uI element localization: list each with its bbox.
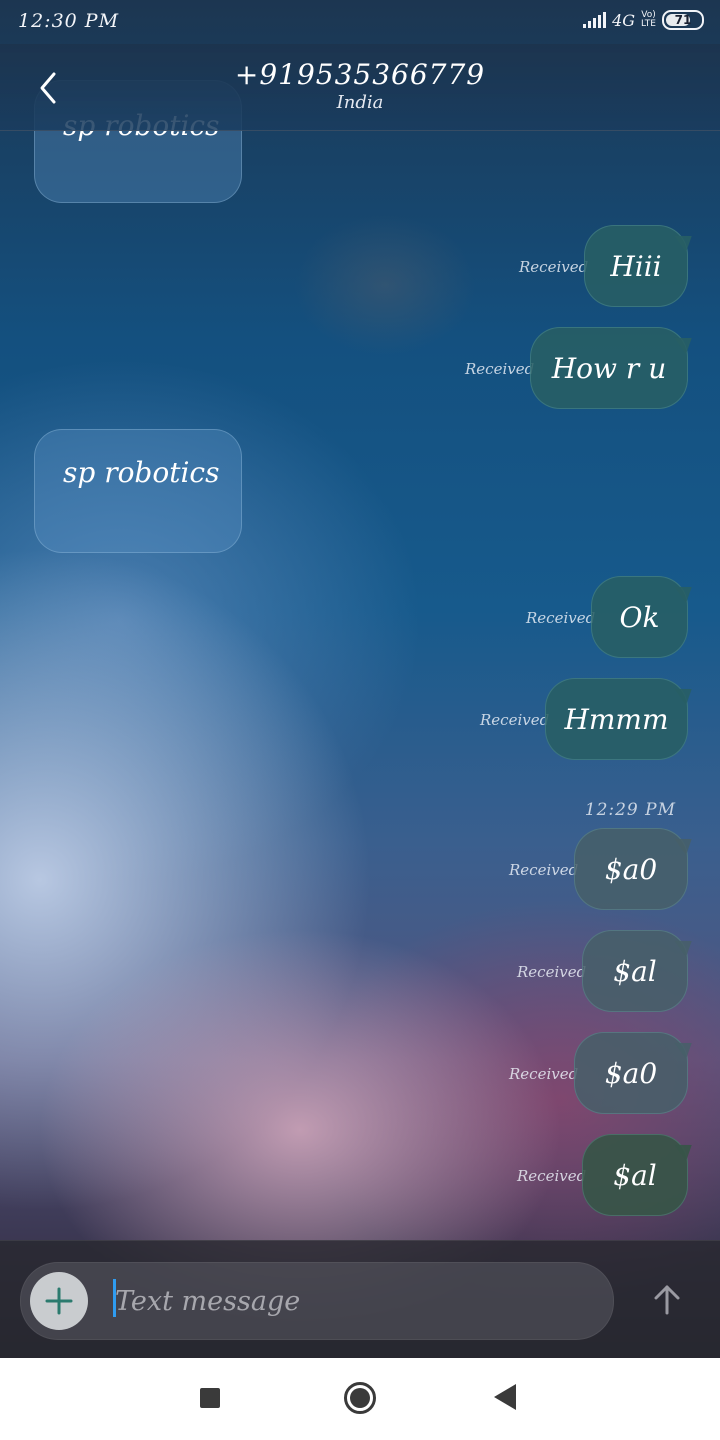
home-circle-icon[interactable] bbox=[344, 1382, 376, 1414]
attach-button[interactable] bbox=[30, 1272, 88, 1330]
message-input-container bbox=[20, 1262, 614, 1340]
message-status: Received bbox=[509, 1065, 579, 1083]
message-status: Received bbox=[480, 711, 550, 729]
recents-square-icon[interactable] bbox=[200, 1388, 220, 1408]
status-bar: 12:30 PM 4G Vo) LTE 71 bbox=[0, 0, 720, 44]
conversation-header: +919535366779 India bbox=[0, 44, 720, 131]
message-bubble-outgoing[interactable]: $a0 bbox=[574, 1032, 688, 1114]
message-text: $a0 bbox=[604, 852, 658, 886]
message-bubble-outgoing[interactable]: How r u bbox=[530, 327, 688, 409]
message-text: Ok bbox=[619, 600, 660, 634]
message-bubble-outgoing[interactable]: $al bbox=[582, 1134, 688, 1216]
contact-title[interactable]: +919535366779 bbox=[0, 58, 720, 91]
message-status: Received bbox=[526, 609, 596, 627]
battery-level: 71 bbox=[674, 13, 692, 27]
message-text: $al bbox=[613, 1158, 657, 1192]
message-status: Received bbox=[519, 258, 589, 276]
back-triangle-icon[interactable] bbox=[494, 1384, 516, 1410]
volte-icon: Vo) LTE bbox=[641, 11, 656, 29]
message-bubble-incoming[interactable]: sp robotics bbox=[34, 429, 242, 553]
battery-icon: 71 bbox=[662, 10, 704, 30]
message-input[interactable] bbox=[113, 1275, 597, 1327]
arrow-up-icon bbox=[654, 1285, 680, 1315]
message-status: Received bbox=[509, 861, 579, 879]
message-bubble-outgoing[interactable]: Hmmm bbox=[545, 678, 688, 760]
message-bubble-outgoing[interactable]: $al bbox=[582, 930, 688, 1012]
message-timestamp: 12:29 PM bbox=[584, 800, 676, 820]
chat-screen: 12:30 PM 4G Vo) LTE 71 +919535366779 Ind… bbox=[0, 0, 720, 1358]
message-status: Received bbox=[465, 360, 535, 378]
network-type: 4G bbox=[612, 10, 636, 30]
message-status: Received bbox=[517, 1167, 587, 1185]
message-text: $a0 bbox=[604, 1056, 658, 1090]
status-icons: 4G Vo) LTE 71 bbox=[583, 10, 704, 30]
message-bubble-outgoing[interactable]: Hiii bbox=[584, 225, 688, 307]
message-bubble-outgoing[interactable]: Ok bbox=[591, 576, 688, 658]
volte-bottom-label: LTE bbox=[641, 19, 656, 29]
message-bubble-outgoing[interactable]: $a0 bbox=[574, 828, 688, 910]
contact-subtitle: India bbox=[336, 92, 384, 113]
system-nav-bar bbox=[0, 1358, 720, 1440]
message-text: sp robotics bbox=[63, 456, 220, 489]
plus-icon bbox=[45, 1287, 73, 1315]
message-text: How r u bbox=[551, 351, 667, 385]
message-text: Hiii bbox=[610, 249, 662, 283]
message-text: $al bbox=[613, 954, 657, 988]
send-button[interactable] bbox=[644, 1277, 690, 1323]
message-composer bbox=[0, 1240, 720, 1358]
status-time: 12:30 PM bbox=[18, 10, 120, 32]
message-status: Received bbox=[517, 963, 587, 981]
message-text: Hmmm bbox=[564, 702, 669, 736]
signal-icon bbox=[583, 12, 607, 28]
